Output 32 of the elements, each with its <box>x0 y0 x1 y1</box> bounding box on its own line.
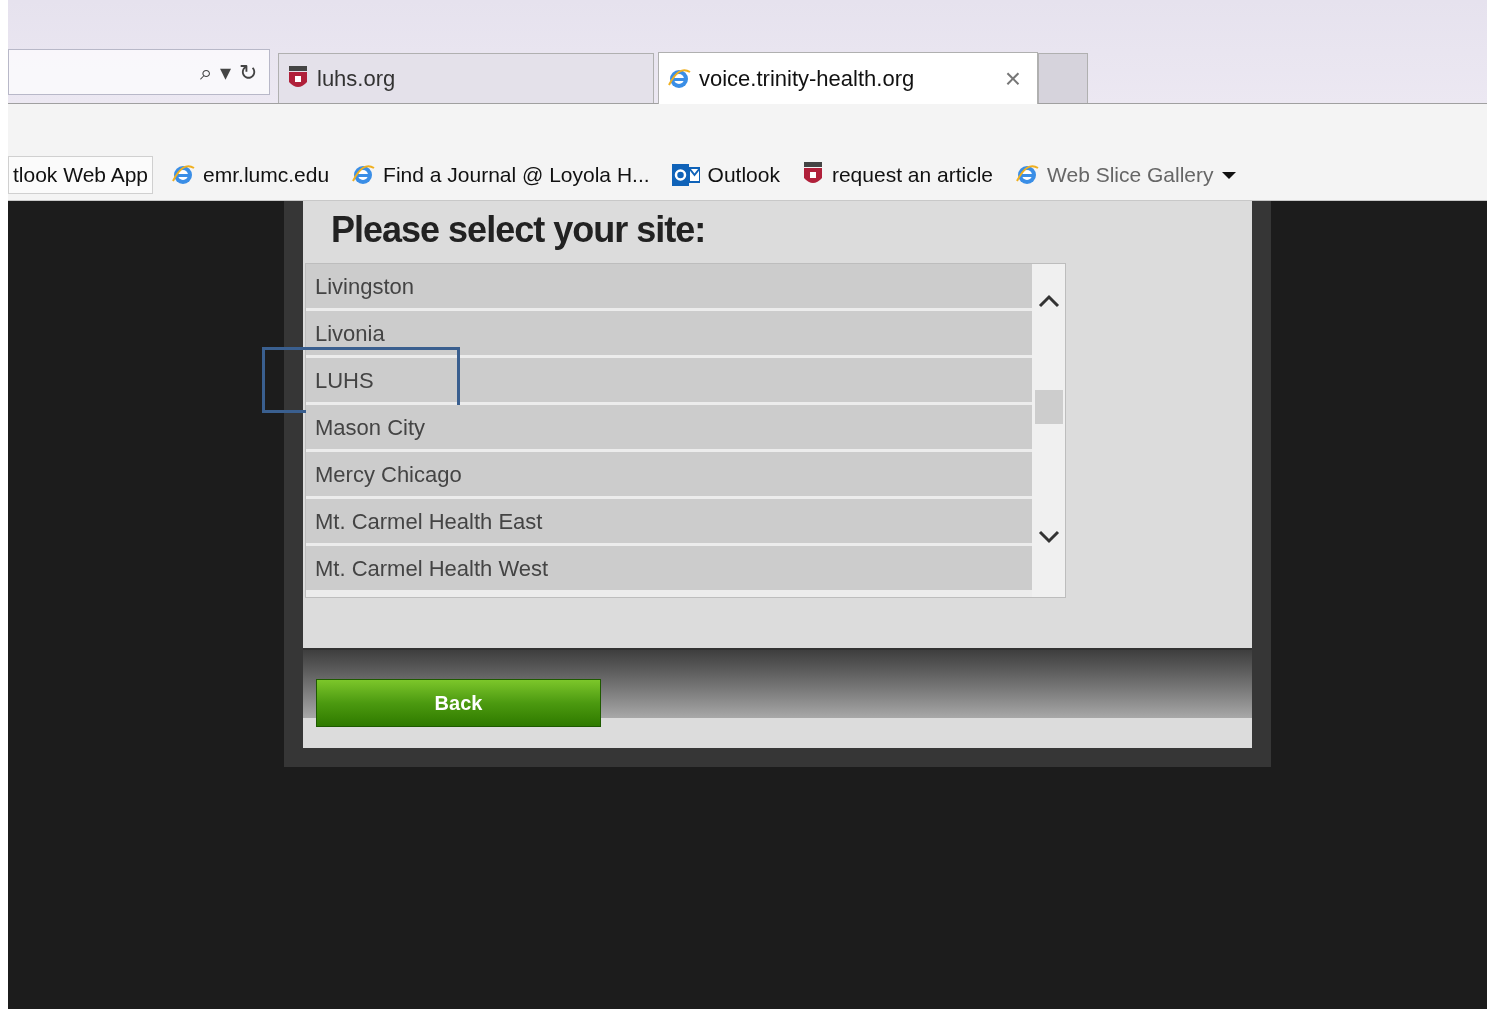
site-option[interactable]: Mt. Carmel Health East <box>306 499 1032 543</box>
back-button[interactable]: Back <box>316 679 601 727</box>
site-option[interactable]: Mason City <box>306 405 1032 449</box>
favorite-link[interactable]: emr.lumc.edu <box>167 155 334 194</box>
address-bar[interactable]: ⌕ ▾ ↻ <box>8 49 270 95</box>
dropdown-icon[interactable]: ▾ <box>220 55 231 89</box>
site-option[interactable]: LUHS <box>306 358 1032 402</box>
globe-e-icon <box>667 66 691 91</box>
favorite-link[interactable]: Outlook <box>667 155 784 194</box>
close-icon[interactable]: × <box>1004 57 1029 100</box>
globe-e-icon <box>1015 162 1040 187</box>
envelope-o-icon <box>671 161 700 188</box>
favorite-link[interactable]: request an article <box>797 155 998 194</box>
favorite-link[interactable]: tlook Web App <box>8 155 154 194</box>
favorite-link[interactable]: Find a Journal @ Loyola H... <box>347 155 654 194</box>
globe-e-icon <box>351 162 376 187</box>
site-option[interactable]: Livonia <box>306 311 1032 355</box>
dialog-heading: Please select your site: <box>330 208 707 252</box>
dropdown-icon[interactable] <box>1221 169 1236 180</box>
refresh-icon[interactable]: ↻ <box>239 55 257 89</box>
globe-e-icon <box>171 162 196 187</box>
site-option[interactable]: Mt. Carmel Health West <box>306 546 1032 590</box>
site-option[interactable]: Livingston <box>306 264 1032 308</box>
site-option[interactable]: Mercy Chicago <box>306 452 1032 496</box>
browser-tab[interactable]: voice.trinity-health.org × <box>658 52 1038 104</box>
search-icon[interactable]: ⌕ <box>200 55 212 89</box>
scroll-up-icon[interactable] <box>1037 294 1060 308</box>
scrollbar[interactable] <box>1032 264 1065 597</box>
scroll-down-icon[interactable] <box>1037 530 1060 544</box>
favorite-link[interactable]: Web Slice Gallery <box>1011 155 1240 194</box>
browser-tab[interactable]: luhs.org <box>278 53 654 103</box>
scroll-thumb[interactable] <box>1034 390 1063 424</box>
